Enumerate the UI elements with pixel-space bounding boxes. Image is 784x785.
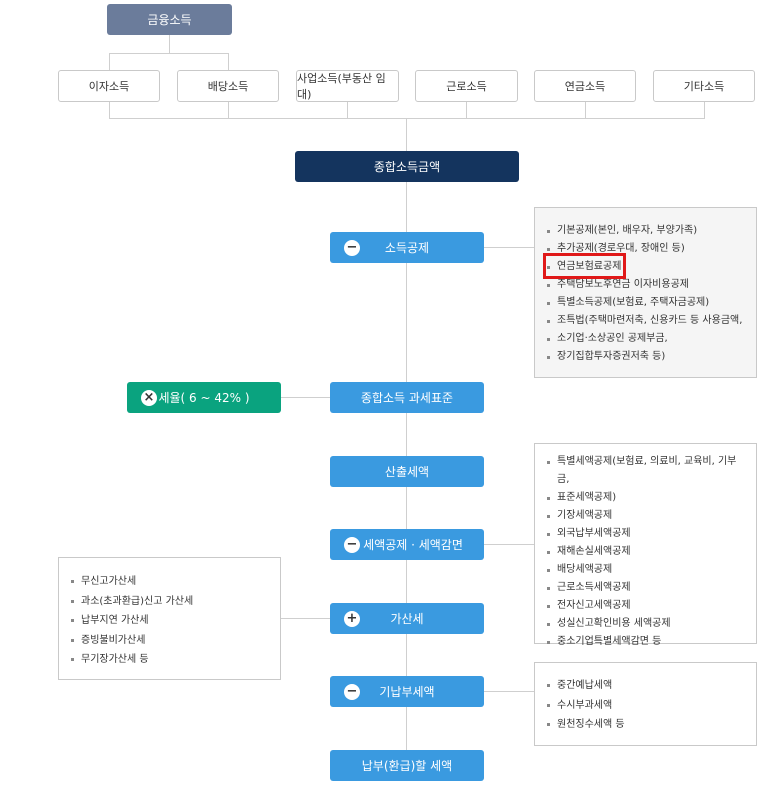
list-item: 원천징수세액 등 (545, 715, 748, 735)
list-item: 외국납부세액공제 (545, 525, 748, 543)
connector (484, 691, 534, 692)
connector (704, 101, 705, 118)
step-label: 소득공제 (384, 241, 430, 255)
list-item: 수시부과세액 (545, 696, 748, 716)
list-item: 기장세액공제 (545, 507, 748, 525)
list-item: 납부지연 가산세 (69, 611, 272, 631)
deduction-detail-box: 기본공제(본인, 배우자, 부양가족) 추가공제(경로우대, 장애인 등) 연금… (534, 207, 757, 378)
connector (228, 101, 229, 118)
list-item: 재해손실세액공제 (545, 543, 748, 561)
tax-rate-label: 세율( 6 ~ 42% ) (158, 391, 250, 405)
income-type-earned: 근로소득 (415, 70, 518, 102)
credit-detail-box: 특별세액공제(보험료, 의료비, 교육비, 기부금, 표준세액공제) 기장세액공… (534, 443, 757, 647)
connector (169, 35, 170, 53)
connector (281, 618, 330, 619)
list-item: 기본공제(본인, 배우자, 부양가족) (545, 222, 748, 240)
connector (466, 101, 467, 118)
list-item: 과소(초과환급)신고 가산세 (69, 592, 272, 612)
connector (228, 53, 229, 71)
connector (109, 53, 110, 71)
tax-rate-box: × 세율( 6 ~ 42% ) (127, 382, 281, 413)
multiply-icon: × (141, 389, 157, 406)
connector (109, 101, 110, 118)
income-type-business: 사업소득(부동산 임대) (296, 70, 399, 102)
list-item: 무기장가산세 등 (69, 650, 272, 670)
highlight-box (543, 253, 626, 279)
income-type-other: 기타소득 (653, 70, 755, 102)
list-item: 증빙불비가산세 (69, 631, 272, 651)
plus-icon: + (344, 610, 360, 627)
final-tax-box: 납부(환급)할 세액 (330, 750, 484, 781)
list-item: 특별소득공제(보험료, 주택자금공제) (545, 294, 748, 312)
step-label: 가산세 (390, 612, 424, 626)
addtax-detail-box: 무신고가산세 과소(초과환급)신고 가산세 납부지연 가산세 증빙불비가산세 무… (58, 557, 281, 680)
list-item: 소기업·소상공인 공제부금, (545, 330, 748, 348)
prepaid-tax-box: − 기납부세액 (330, 676, 484, 707)
income-type-dividend: 배당소득 (177, 70, 279, 102)
income-deduction-box: − 소득공제 (330, 232, 484, 263)
tax-base-box: 종합소득 과세표준 (330, 382, 484, 413)
step-label: 세액공제 · 세액감면 (363, 538, 463, 552)
list-item: 배당세액공제 (545, 561, 748, 579)
list-item: 근로소득세액공제 (545, 579, 748, 597)
prepaid-detail-box: 중간예납세액 수시부과세액 원천징수세액 등 (534, 662, 757, 746)
connector (484, 544, 534, 545)
minus-icon: − (344, 683, 360, 700)
list-item: 장기집합투자증권저축 등) (545, 348, 748, 366)
connector (109, 118, 705, 119)
total-income-box: 종합소득금액 (295, 151, 519, 182)
income-type-interest: 이자소득 (58, 70, 160, 102)
minus-icon: − (344, 239, 360, 256)
list-item: 표준세액공제) (545, 489, 748, 507)
list-item: 중소기업특별세액감면 등 (545, 633, 748, 651)
income-type-pension: 연금소득 (534, 70, 636, 102)
tax-credit-box: − 세액공제 · 세액감면 (330, 529, 484, 560)
list-item: 특별세액공제(보험료, 의료비, 교육비, 기부금, (545, 453, 748, 489)
list-item: 무신고가산세 (69, 572, 272, 592)
connector (484, 247, 534, 248)
calculated-tax-box: 산출세액 (330, 456, 484, 487)
minus-icon: − (344, 536, 360, 553)
additional-tax-box: + 가산세 (330, 603, 484, 634)
list-item: 성실신고확인비용 세액공제 (545, 615, 748, 633)
connector (109, 53, 229, 54)
list-item: 중간예납세액 (545, 676, 748, 696)
connector (281, 397, 330, 398)
connector (347, 101, 348, 118)
connector (406, 118, 407, 151)
connector (585, 101, 586, 118)
financial-income-box: 금융소득 (107, 4, 232, 35)
list-item: 전자신고세액공제 (545, 597, 748, 615)
list-item: 조특법(주택마련저축, 신용카드 등 사용금액, (545, 312, 748, 330)
step-label: 기납부세액 (379, 685, 435, 699)
